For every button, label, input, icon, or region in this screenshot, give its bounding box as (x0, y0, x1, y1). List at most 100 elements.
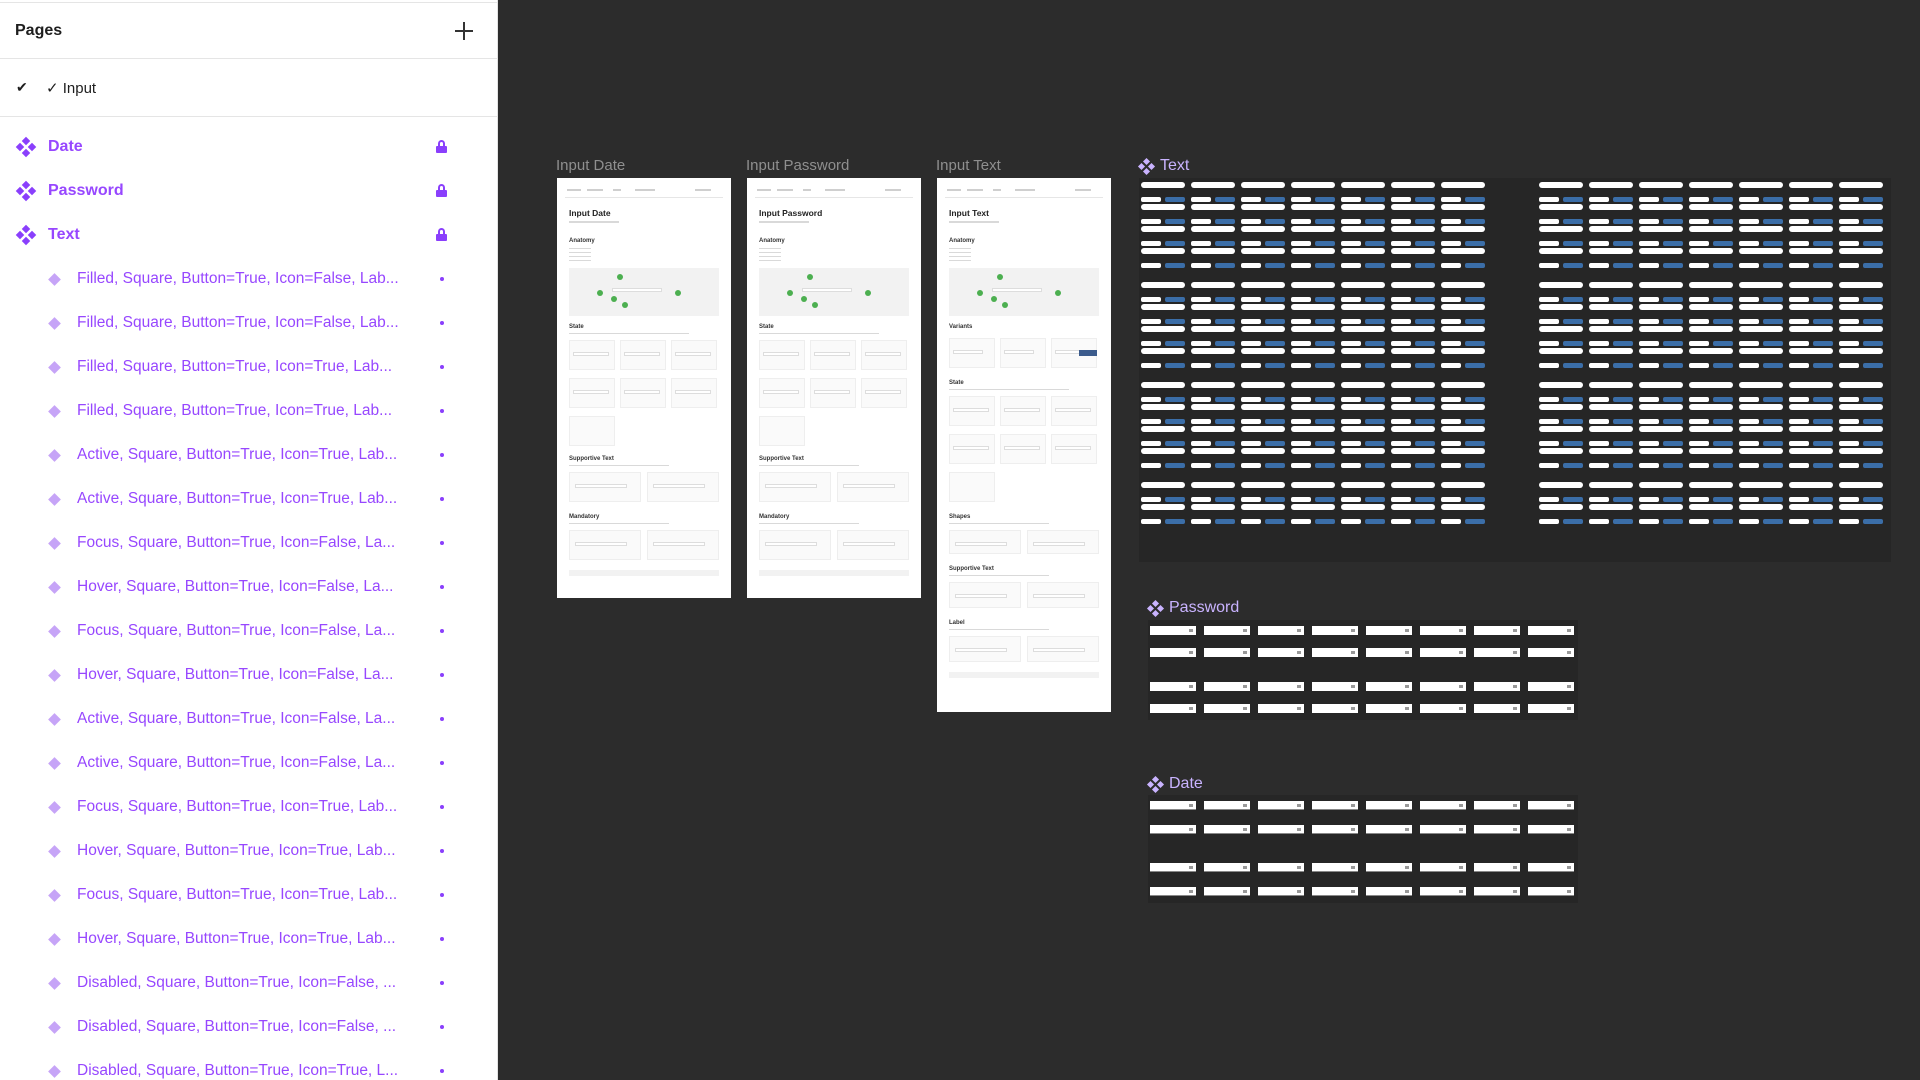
variant-thumbnail[interactable] (1191, 482, 1235, 502)
variant-thumbnail[interactable] (1739, 504, 1783, 524)
variant-thumbnail[interactable] (1839, 348, 1883, 368)
variant-thumbnail[interactable] (1150, 801, 1196, 810)
variant-thumbnail[interactable] (1420, 626, 1466, 635)
variant-thumbnail[interactable] (1241, 504, 1285, 524)
plus-icon[interactable] (451, 18, 477, 44)
variant-thumbnail[interactable] (1241, 348, 1285, 368)
variant-thumbnail[interactable] (1258, 887, 1304, 896)
variant-thumbnail[interactable] (1291, 282, 1335, 302)
variant-thumbnail[interactable] (1839, 326, 1883, 346)
variant-thumbnail[interactable] (1589, 204, 1633, 224)
variant-thumbnail[interactable] (1789, 248, 1833, 268)
variant-thumbnail[interactable] (1341, 382, 1385, 402)
variant-thumbnail[interactable] (1391, 348, 1435, 368)
variant-thumbnail[interactable] (1291, 448, 1335, 468)
variant-thumbnail[interactable] (1639, 448, 1683, 468)
variant-thumbnail[interactable] (1204, 801, 1250, 810)
variant-thumbnail[interactable] (1689, 226, 1733, 246)
variant-thumbnail[interactable] (1441, 204, 1485, 224)
variant-thumbnail[interactable] (1539, 404, 1583, 424)
layer-variant[interactable]: Disabled, Square, Button=True, Icon=Fals… (0, 1005, 497, 1049)
variant-thumbnail[interactable] (1689, 182, 1733, 202)
variant-thumbnail[interactable] (1191, 204, 1235, 224)
variant-thumbnail[interactable] (1789, 226, 1833, 246)
variant-thumbnail[interactable] (1366, 626, 1412, 635)
variant-thumbnail[interactable] (1191, 226, 1235, 246)
variant-thumbnail[interactable] (1689, 282, 1733, 302)
variant-thumbnail[interactable] (1391, 248, 1435, 268)
variant-thumbnail[interactable] (1141, 226, 1185, 246)
variant-thumbnail[interactable] (1839, 182, 1883, 202)
variant-thumbnail[interactable] (1258, 682, 1304, 691)
variant-thumbnail[interactable] (1241, 282, 1285, 302)
variant-thumbnail[interactable] (1639, 226, 1683, 246)
variant-thumbnail[interactable] (1141, 426, 1185, 446)
variant-thumbnail[interactable] (1528, 825, 1574, 834)
variant-thumbnail[interactable] (1241, 482, 1285, 502)
variant-thumbnail[interactable] (1191, 326, 1235, 346)
frame-label-input-password[interactable]: Input Password (746, 157, 849, 174)
variant-thumbnail[interactable] (1391, 326, 1435, 346)
variant-thumbnail[interactable] (1341, 504, 1385, 524)
variant-thumbnail[interactable] (1291, 326, 1335, 346)
variant-thumbnail[interactable] (1441, 426, 1485, 446)
variant-thumbnail[interactable] (1689, 482, 1733, 502)
variant-thumbnail[interactable] (1258, 626, 1304, 635)
lock-icon[interactable] (436, 184, 447, 197)
variant-thumbnail[interactable] (1341, 248, 1385, 268)
frame-input-password[interactable]: Input Password Anatomy State Supportive Te… (747, 178, 921, 598)
variant-thumbnail[interactable] (1366, 887, 1412, 896)
variant-thumbnail[interactable] (1391, 226, 1435, 246)
variant-thumbnail[interactable] (1366, 863, 1412, 872)
variant-thumbnail[interactable] (1204, 887, 1250, 896)
variant-thumbnail[interactable] (1191, 404, 1235, 424)
variant-thumbnail[interactable] (1589, 348, 1633, 368)
variant-thumbnail[interactable] (1739, 248, 1783, 268)
variant-thumbnail[interactable] (1141, 204, 1185, 224)
variant-thumbnail[interactable] (1420, 801, 1466, 810)
layer-variant[interactable]: Hover, Square, Button=True, Icon=True, L… (0, 917, 497, 961)
variant-thumbnail[interactable] (1241, 182, 1285, 202)
variant-thumbnail[interactable] (1191, 382, 1235, 402)
variant-thumbnail[interactable] (1441, 326, 1485, 346)
variant-thumbnail[interactable] (1474, 863, 1520, 872)
variant-thumbnail[interactable] (1241, 326, 1285, 346)
variant-thumbnail[interactable] (1689, 248, 1733, 268)
variant-thumbnail[interactable] (1341, 404, 1385, 424)
variant-thumbnail[interactable] (1539, 248, 1583, 268)
variant-thumbnail[interactable] (1839, 304, 1883, 324)
variant-thumbnail[interactable] (1141, 282, 1185, 302)
variant-thumbnail[interactable] (1341, 204, 1385, 224)
variant-thumbnail[interactable] (1341, 348, 1385, 368)
variant-thumbnail[interactable] (1341, 482, 1385, 502)
variant-thumbnail[interactable] (1191, 304, 1235, 324)
variant-thumbnail[interactable] (1789, 504, 1833, 524)
variant-thumbnail[interactable] (1420, 682, 1466, 691)
layer-variant[interactable]: Filled, Square, Button=True, Icon=False,… (0, 301, 497, 345)
variant-thumbnail[interactable] (1191, 504, 1235, 524)
variant-thumbnail[interactable] (1539, 182, 1583, 202)
variant-thumbnail[interactable] (1589, 248, 1633, 268)
variant-thumbnail[interactable] (1839, 382, 1883, 402)
variant-thumbnail[interactable] (1141, 326, 1185, 346)
variant-thumbnail[interactable] (1150, 825, 1196, 834)
variant-thumbnail[interactable] (1589, 448, 1633, 468)
variant-thumbnail[interactable] (1150, 887, 1196, 896)
variant-thumbnail[interactable] (1689, 404, 1733, 424)
variant-thumbnail[interactable] (1539, 304, 1583, 324)
variant-thumbnail[interactable] (1241, 382, 1285, 402)
variant-thumbnail[interactable] (1689, 426, 1733, 446)
variant-thumbnail[interactable] (1441, 448, 1485, 468)
variant-thumbnail[interactable] (1141, 304, 1185, 324)
variant-thumbnail[interactable] (1241, 248, 1285, 268)
variant-thumbnail[interactable] (1141, 448, 1185, 468)
variant-thumbnail[interactable] (1291, 304, 1335, 324)
variant-thumbnail[interactable] (1839, 448, 1883, 468)
variant-thumbnail[interactable] (1191, 448, 1235, 468)
variant-thumbnail[interactable] (1391, 282, 1435, 302)
component-set-label-password[interactable]: Password (1146, 599, 1239, 617)
variant-thumbnail[interactable] (1539, 204, 1583, 224)
variant-thumbnail[interactable] (1391, 304, 1435, 324)
variant-thumbnail[interactable] (1839, 482, 1883, 502)
variant-thumbnail[interactable] (1539, 448, 1583, 468)
